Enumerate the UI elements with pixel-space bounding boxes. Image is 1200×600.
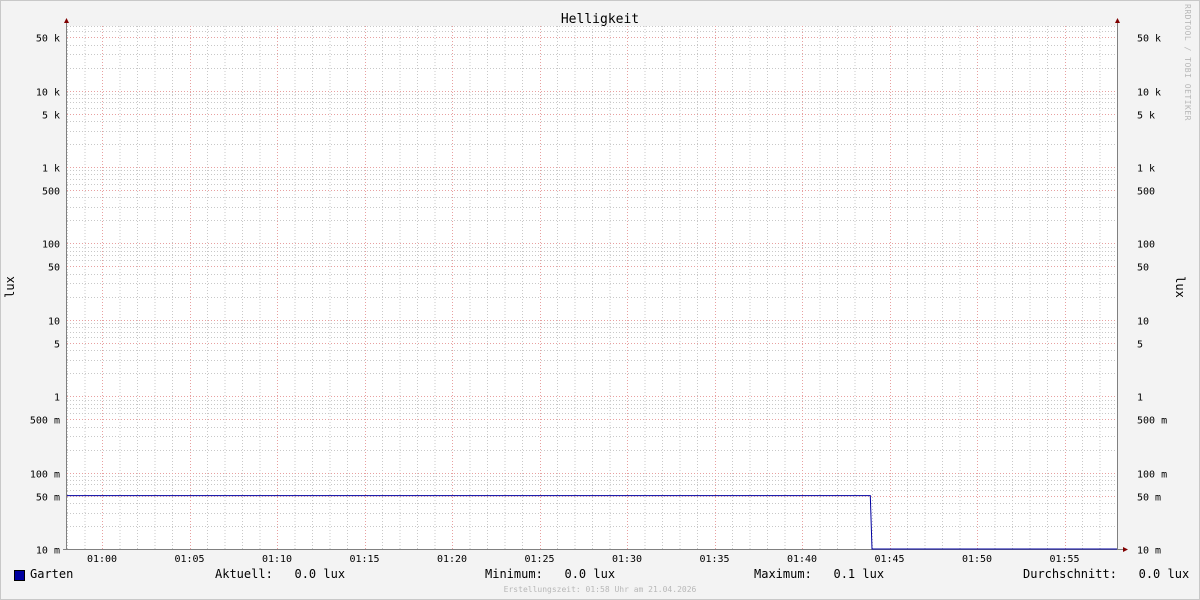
x-tick-label: 01:20: [437, 554, 467, 565]
legend-series-name: Garten: [30, 567, 74, 581]
y-tick-label-left: 100 m: [30, 470, 60, 481]
x-axis-arrow: [1123, 547, 1128, 552]
legend-minimum: Minimum: 0.0 lux: [485, 567, 616, 581]
y-tick-label-left: 50 m: [36, 493, 60, 504]
y-tick-label-left: 1: [54, 393, 60, 404]
brightness-chart: 50 k 50 k10 k 10 k5 k5 k1 k1 k500 500100 100…: [3, 12, 1187, 565]
x-tick-label: 01:10: [262, 554, 292, 565]
x-tick-label: 01:40: [787, 554, 817, 565]
x-tick-label: 01:25: [524, 554, 554, 565]
y-tick-label-left: 5 k: [42, 111, 60, 122]
y-tick-label-right: 5: [1137, 340, 1143, 351]
y-tick-label-right: 5 k: [1137, 111, 1155, 122]
legend-average: Durchschnitt: 0.0 lux: [1023, 567, 1190, 581]
chart-title: Helligkeit: [561, 12, 639, 27]
y-tick-label-left: 50: [48, 263, 60, 274]
y-tick-label-right: 100: [1137, 240, 1155, 251]
y-tick-label-right: 100 m: [1137, 470, 1167, 481]
x-tick-label: 01:55: [1049, 554, 1079, 565]
y-tick-label-left: 500 m: [30, 416, 60, 427]
y-tick-label-left: 500: [42, 187, 60, 198]
y-tick-label-right: 50: [1137, 263, 1149, 274]
y-tick-label-right: 1: [1137, 393, 1143, 404]
y-tick-label-left: 10: [48, 317, 60, 328]
y-tick-label-right: 500 m: [1137, 416, 1167, 427]
y-tick-label-right: 1 k: [1137, 164, 1155, 175]
x-tick-label: 01:00: [87, 554, 117, 565]
y-tick-label-left: 10 m: [36, 546, 60, 557]
x-tick-label: 01:05: [174, 554, 204, 565]
y-tick-label-right: 10: [1137, 317, 1149, 328]
y-axis-arrow-left: [64, 18, 69, 23]
grid-lines: [67, 26, 1118, 550]
y-tick-label-left: 100: [42, 240, 60, 251]
y-tick-label-left: 1 k: [42, 164, 60, 175]
y-tick-label-right: 10 k: [1137, 88, 1161, 99]
legend-swatch-garten: [14, 570, 25, 581]
y-tick-label-right: 10 m: [1137, 546, 1161, 557]
x-tick-label: 01:35: [699, 554, 729, 565]
legend-current: Aktuell: 0.0 lux: [215, 567, 346, 581]
y-tick-label-right: 50 k: [1137, 34, 1161, 45]
y-tick-label-right: 500: [1137, 187, 1155, 198]
rrdtool-watermark: RRDTOOL / TOBI OETIKER: [1183, 4, 1192, 121]
y-tick-label-left: 10 k: [36, 88, 60, 99]
x-tick-label: 01:30: [612, 554, 642, 565]
y-tick-label-left: 5: [54, 340, 60, 351]
legend-maximum: Maximum: 0.1 lux: [754, 567, 885, 581]
x-tick-label: 01:45: [874, 554, 904, 565]
y-axis-label-left: lux: [3, 276, 17, 298]
y-axis-arrow-right: [1115, 18, 1120, 23]
y-tick-label-right: 50 m: [1137, 493, 1161, 504]
y-axis-label-right: lux: [1173, 276, 1187, 298]
y-tick-label-left: 50 k: [36, 34, 60, 45]
x-tick-label: 01:50: [962, 554, 992, 565]
creation-time-footer: Erstellungszeit: 01:58 Uhr am 21.04.2026: [503, 585, 697, 594]
x-tick-label: 01:15: [349, 554, 379, 565]
